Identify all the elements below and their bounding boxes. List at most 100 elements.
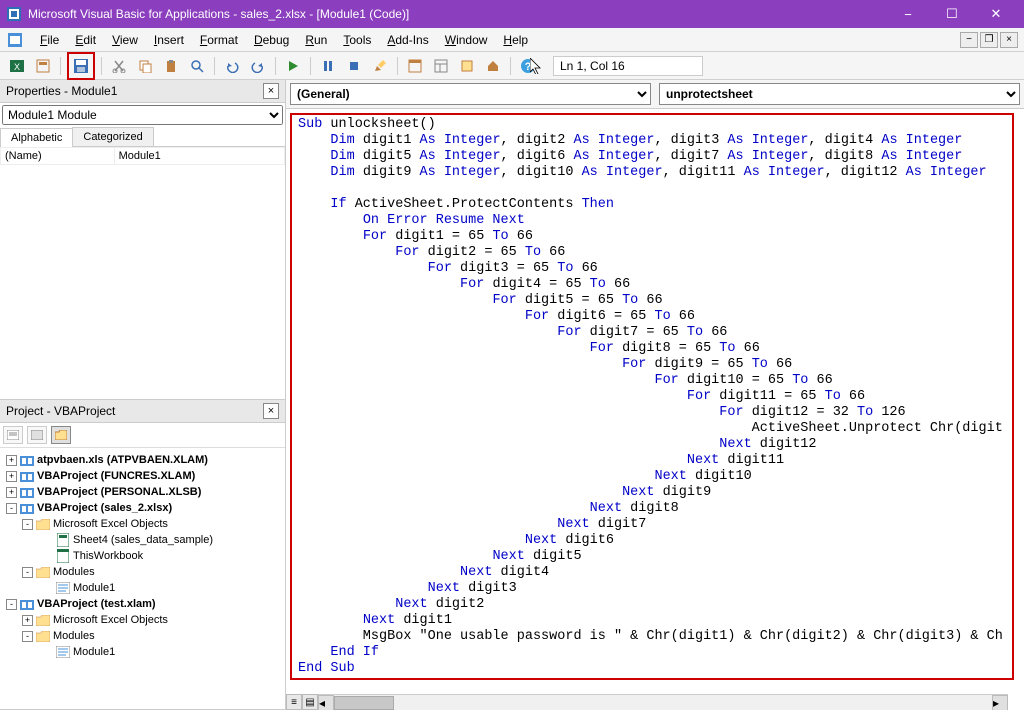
tree-label: Microsoft Excel Objects	[53, 518, 168, 530]
project-title: Project - VBAProject	[6, 404, 115, 418]
copy-button[interactable]	[134, 55, 156, 77]
tree-label: Module1	[73, 646, 115, 658]
tree-expander[interactable]: -	[22, 631, 33, 642]
menu-debug[interactable]: Debug	[246, 31, 297, 49]
mdi-system-icon[interactable]	[6, 31, 24, 49]
code-editor[interactable]: Sub unlocksheet() Dim digit1 As Integer,…	[286, 109, 1024, 710]
object-dropdown[interactable]: (General)	[290, 83, 651, 105]
mdi-close-button[interactable]: ×	[1000, 32, 1018, 48]
tree-node[interactable]: Module1	[4, 644, 281, 660]
menu-add-ins[interactable]: Add-Ins	[379, 31, 436, 49]
cursor-position: Ln 1, Col 16	[553, 56, 703, 76]
mdi-minimize-button[interactable]: −	[960, 32, 978, 48]
scroll-right-button[interactable]: ▸	[992, 695, 1008, 710]
prop-name-label: (Name)	[1, 148, 115, 165]
svg-text:X: X	[14, 62, 20, 72]
menu-window[interactable]: Window	[437, 31, 496, 49]
vba-icon	[20, 469, 34, 483]
redo-button[interactable]	[247, 55, 269, 77]
paste-button[interactable]	[160, 55, 182, 77]
folder-icon	[36, 629, 50, 643]
full-module-view-button[interactable]: ▤	[302, 694, 318, 710]
tree-node[interactable]: +Microsoft Excel Objects	[4, 612, 281, 628]
toggle-folders-button[interactable]	[51, 426, 71, 444]
properties-panel-header[interactable]: Properties - Module1 ×	[0, 80, 285, 103]
tab-categorized[interactable]: Categorized	[72, 127, 153, 146]
project-close-button[interactable]: ×	[263, 403, 279, 419]
tree-expander[interactable]: -	[22, 519, 33, 530]
view-excel-button[interactable]: X	[6, 55, 28, 77]
sheet-icon	[56, 533, 70, 547]
cut-button[interactable]	[108, 55, 130, 77]
tree-expander[interactable]: +	[6, 455, 17, 466]
tree-expander[interactable]: -	[6, 599, 17, 610]
properties-grid[interactable]: (Name)Module1	[0, 147, 285, 399]
tree-node[interactable]: ThisWorkbook	[4, 548, 281, 564]
prop-name-value[interactable]: Module1	[114, 148, 284, 165]
tree-expander[interactable]: +	[6, 471, 17, 482]
properties-object-combo[interactable]: Module1 Module	[2, 105, 283, 125]
menu-tools[interactable]: Tools	[335, 31, 379, 49]
tree-label: ThisWorkbook	[73, 550, 143, 562]
object-browser-button[interactable]	[456, 55, 478, 77]
menubar: FileEditViewInsertFormatDebugRunToolsAdd…	[0, 28, 1024, 52]
menu-run[interactable]: Run	[297, 31, 335, 49]
folder-icon	[36, 613, 50, 627]
tree-node[interactable]: + atpvbaen.xls (ATPVBAEN.XLAM)	[4, 452, 281, 468]
titlebar[interactable]: Microsoft Visual Basic for Applications …	[0, 0, 1024, 28]
help-button[interactable]: ?	[517, 55, 539, 77]
reset-button[interactable]	[343, 55, 365, 77]
window-title: Microsoft Visual Basic for Applications …	[28, 7, 886, 21]
tree-expander[interactable]: -	[22, 567, 33, 578]
tree-label: Modules	[53, 566, 95, 578]
break-button[interactable]	[317, 55, 339, 77]
tree-node[interactable]: Sheet4 (sales_data_sample)	[4, 532, 281, 548]
tree-node[interactable]: Module1	[4, 580, 281, 596]
properties-window-button[interactable]	[430, 55, 452, 77]
tree-label: atpvbaen.xls (ATPVBAEN.XLAM)	[37, 454, 208, 466]
tree-node[interactable]: +VBAProject (FUNCRES.XLAM)	[4, 468, 281, 484]
mdi-restore-button[interactable]: ❐	[980, 32, 998, 48]
toolbar: X ? Ln 1, Col 16	[0, 52, 1024, 80]
save-button[interactable]	[70, 55, 92, 77]
svg-text:?: ?	[525, 61, 532, 73]
view-code-button[interactable]	[3, 426, 23, 444]
tree-expander[interactable]: -	[6, 503, 17, 514]
tree-node[interactable]: -Modules	[4, 628, 281, 644]
tree-node[interactable]: -VBAProject (sales_2.xlsx)	[4, 500, 281, 516]
view-object-button[interactable]	[27, 426, 47, 444]
minimize-button[interactable]: −	[886, 0, 930, 28]
tree-expander[interactable]: +	[6, 487, 17, 498]
menu-file[interactable]: File	[32, 31, 67, 49]
design-mode-button[interactable]	[369, 55, 391, 77]
maximize-button[interactable]: ☐	[930, 0, 974, 28]
insert-module-button[interactable]	[32, 55, 54, 77]
tree-node[interactable]: - Microsoft Excel Objects	[4, 516, 281, 532]
tree-expander[interactable]: +	[22, 615, 33, 626]
project-panel-header[interactable]: Project - VBAProject ×	[0, 400, 285, 423]
procedure-view-button[interactable]: ≡	[286, 694, 302, 710]
menu-insert[interactable]: Insert	[146, 31, 192, 49]
procedure-dropdown[interactable]: unprotectsheet	[659, 83, 1020, 105]
menu-edit[interactable]: Edit	[67, 31, 104, 49]
find-button[interactable]	[186, 55, 208, 77]
menu-help[interactable]: Help	[495, 31, 536, 49]
vba-icon	[20, 597, 34, 611]
project-explorer-button[interactable]	[404, 55, 426, 77]
tree-node[interactable]: -VBAProject (test.xlam)	[4, 596, 281, 612]
properties-close-button[interactable]: ×	[263, 83, 279, 99]
module-icon	[56, 645, 70, 659]
undo-button[interactable]	[221, 55, 243, 77]
folder-icon	[36, 565, 50, 579]
tab-alphabetic[interactable]: Alphabetic	[0, 128, 73, 147]
toolbox-button[interactable]	[482, 55, 504, 77]
close-button[interactable]: ✕	[974, 0, 1018, 28]
menu-format[interactable]: Format	[192, 31, 246, 49]
menu-view[interactable]: View	[104, 31, 146, 49]
run-button[interactable]	[282, 55, 304, 77]
tree-node[interactable]: +VBAProject (PERSONAL.XLSB)	[4, 484, 281, 500]
scroll-left-button[interactable]: ◂	[318, 695, 334, 710]
project-tree[interactable]: + atpvbaen.xls (ATPVBAEN.XLAM) +VBAProject…	[0, 448, 285, 709]
tree-node[interactable]: - Modules	[4, 564, 281, 580]
horizontal-scrollbar[interactable]	[334, 695, 992, 710]
